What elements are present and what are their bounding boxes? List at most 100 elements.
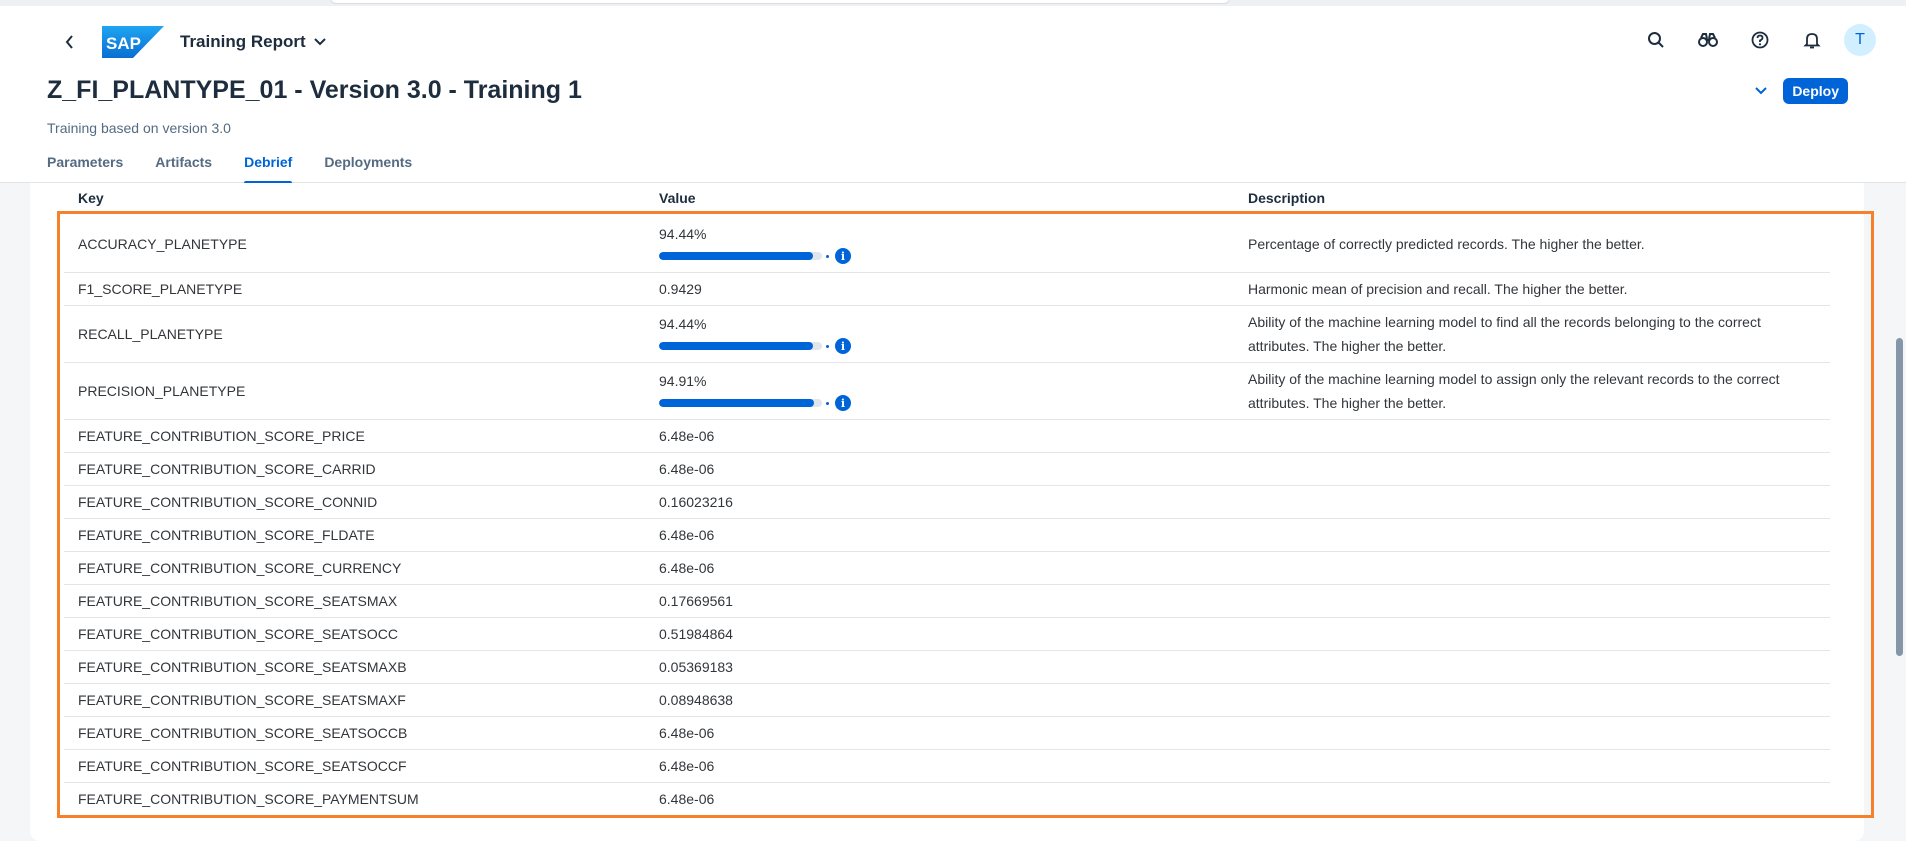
chevron-down-icon — [313, 38, 326, 46]
row-key: FEATURE_CONTRIBUTION_SCORE_SEATSOCCB — [78, 725, 408, 741]
collapse-header-button[interactable] — [1749, 79, 1773, 103]
row-value: 94.44% — [659, 226, 707, 242]
row-key: FEATURE_CONTRIBUTION_SCORE_PAYMENTSUM — [78, 791, 419, 807]
table-row: FEATURE_CONTRIBUTION_SCORE_SEATSOCCF 6.48… — [64, 750, 1830, 783]
column-header-description: Description — [1248, 190, 1326, 206]
table-row: FEATURE_CONTRIBUTION_SCORE_CARRID 6.48e-0… — [64, 453, 1830, 486]
search-icon — [1648, 32, 1664, 48]
row-key: FEATURE_CONTRIBUTION_SCORE_SEATSMAXF — [78, 692, 406, 708]
table-row: FEATURE_CONTRIBUTION_SCORE_SEATSMAXF 0.08… — [64, 684, 1830, 717]
table-row: FEATURE_CONTRIBUTION_SCORE_SEATSOCCB 6.48… — [64, 717, 1830, 750]
page-title: Z_FI_PLANTYPE_01 - Version 3.0 - Trainin… — [47, 76, 582, 104]
table-row: F1_SCORE_PLANETYPE 0.9429 Harmonic mean of… — [64, 273, 1830, 306]
row-value: 6.48e-06 — [659, 560, 715, 576]
joule-button[interactable] — [1690, 22, 1726, 58]
row-value: 0.9429 — [659, 281, 702, 297]
tab-parameters[interactable]: Parameters — [47, 154, 123, 184]
tab-bar: Parameters Artifacts Debrief Deployments — [47, 154, 444, 184]
row-key: FEATURE_CONTRIBUTION_SCORE_SEATSMAXB — [78, 659, 407, 675]
row-value: 0.05369183 — [659, 659, 733, 675]
row-key: FEATURE_CONTRIBUTION_SCORE_SEATSOCC — [78, 626, 398, 642]
row-value: 6.48e-06 — [659, 725, 715, 741]
info-icon[interactable]: i — [835, 338, 851, 354]
progress-fill — [659, 399, 814, 407]
table-row: FEATURE_CONTRIBUTION_SCORE_SEATSMAXB 0.05… — [64, 651, 1830, 684]
notifications-button[interactable] — [1794, 22, 1830, 58]
table-row: FEATURE_CONTRIBUTION_SCORE_SEATSMAX 0.176… — [64, 585, 1830, 618]
row-description: Ability of the machine learning model to… — [1248, 314, 1761, 354]
tab-debrief[interactable]: Debrief — [244, 154, 293, 184]
row-key: F1_SCORE_PLANETYPE — [78, 281, 243, 297]
row-value: 94.91% — [659, 373, 707, 389]
table-row: FEATURE_CONTRIBUTION_SCORE_PAYMENTSUM 6.4… — [64, 783, 1830, 816]
shell-actions: T — [1622, 22, 1876, 58]
progress-bar — [659, 342, 822, 350]
search-button[interactable] — [1638, 22, 1674, 58]
table-row: PRECISION_PLANETYPE 94.91% i Ability of the… — [64, 363, 1830, 420]
svg-text:SAP: SAP — [106, 34, 141, 53]
scrollbar-thumb[interactable] — [1896, 338, 1903, 656]
column-header-key: Key — [78, 190, 104, 206]
chevron-down-icon — [1755, 87, 1768, 95]
row-value: 6.48e-06 — [659, 791, 715, 807]
help-icon — [1751, 31, 1769, 49]
page-header: SAP Training Report T Z_FI_PLANTYPE_01 -… — [0, 6, 1906, 184]
row-value: 0.51984864 — [659, 626, 733, 642]
progress-value: 94.91% i — [659, 373, 851, 411]
debrief-table-body: ACCURACY_PLANETYPE 94.44% i Percentage of c… — [64, 216, 1830, 816]
row-key: FEATURE_CONTRIBUTION_SCORE_SEATSOCCF — [78, 758, 407, 774]
table-row: FEATURE_CONTRIBUTION_SCORE_CONNID 0.16023… — [64, 486, 1830, 519]
back-button[interactable] — [58, 30, 82, 54]
progress-bar — [659, 252, 822, 260]
progress-fill — [659, 342, 813, 350]
table-row: FEATURE_CONTRIBUTION_SCORE_CURRENCY 6.48e… — [64, 552, 1830, 585]
row-key: FEATURE_CONTRIBUTION_SCORE_CONNID — [78, 494, 378, 510]
sap-logo: SAP — [102, 26, 164, 58]
row-key: ACCURACY_PLANETYPE — [78, 236, 247, 252]
progress-end-dot — [826, 344, 829, 348]
row-description: Ability of the machine learning model to… — [1248, 371, 1780, 411]
progress-end-dot — [826, 401, 829, 405]
tab-deployments[interactable]: Deployments — [324, 154, 412, 184]
row-description: Harmonic mean of precision and recall. T… — [1248, 281, 1628, 297]
row-value: 6.48e-06 — [659, 428, 715, 444]
deploy-button[interactable]: Deploy — [1783, 78, 1848, 104]
table-row: ACCURACY_PLANETYPE 94.44% i Percentage of c… — [64, 216, 1830, 273]
row-key: PRECISION_PLANETYPE — [78, 383, 246, 399]
avatar[interactable]: T — [1844, 24, 1876, 56]
progress-indicator: i — [659, 395, 851, 411]
table-row: RECALL_PLANETYPE 94.44% i Ability of the ma… — [64, 306, 1830, 363]
progress-fill — [659, 252, 813, 260]
app-title-menu[interactable]: Training Report — [180, 32, 326, 52]
row-key: FEATURE_CONTRIBUTION_SCORE_SEATSMAX — [78, 593, 398, 609]
table-row: FEATURE_CONTRIBUTION_SCORE_PRICE 6.48e-06 — [64, 420, 1830, 453]
row-key: FEATURE_CONTRIBUTION_SCORE_FLDATE — [78, 527, 375, 543]
address-pill — [330, 0, 1230, 4]
progress-value: 94.44% i — [659, 316, 851, 354]
row-value: 0.16023216 — [659, 494, 733, 510]
table-header: Key Value Description — [30, 183, 1864, 213]
row-value: 94.44% — [659, 316, 707, 332]
info-icon[interactable]: i — [835, 395, 851, 411]
progress-bar — [659, 399, 822, 407]
tab-artifacts[interactable]: Artifacts — [155, 154, 212, 184]
progress-indicator: i — [659, 248, 851, 264]
help-button[interactable] — [1742, 22, 1778, 58]
info-icon[interactable]: i — [835, 248, 851, 264]
progress-value: 94.44% i — [659, 226, 851, 264]
progress-end-dot — [826, 254, 829, 258]
binoculars-icon — [1698, 33, 1718, 47]
progress-indicator: i — [659, 338, 851, 354]
row-value: 0.08948638 — [659, 692, 733, 708]
shell-left: SAP Training Report — [58, 20, 326, 64]
table-row: FEATURE_CONTRIBUTION_SCORE_SEATSOCC 0.519… — [64, 618, 1830, 651]
debrief-panel: Key Value Description ACCURACY_PLANETYPE… — [30, 183, 1864, 841]
row-key: FEATURE_CONTRIBUTION_SCORE_CARRID — [78, 461, 376, 477]
header-actions: Deploy — [1749, 78, 1848, 104]
column-header-value: Value — [659, 190, 696, 206]
page-subtitle: Training based on version 3.0 — [47, 120, 231, 136]
chevron-left-icon — [65, 35, 73, 49]
row-key: FEATURE_CONTRIBUTION_SCORE_CURRENCY — [78, 560, 402, 576]
row-description: Percentage of correctly predicted record… — [1248, 236, 1645, 252]
row-key: FEATURE_CONTRIBUTION_SCORE_PRICE — [78, 428, 365, 444]
